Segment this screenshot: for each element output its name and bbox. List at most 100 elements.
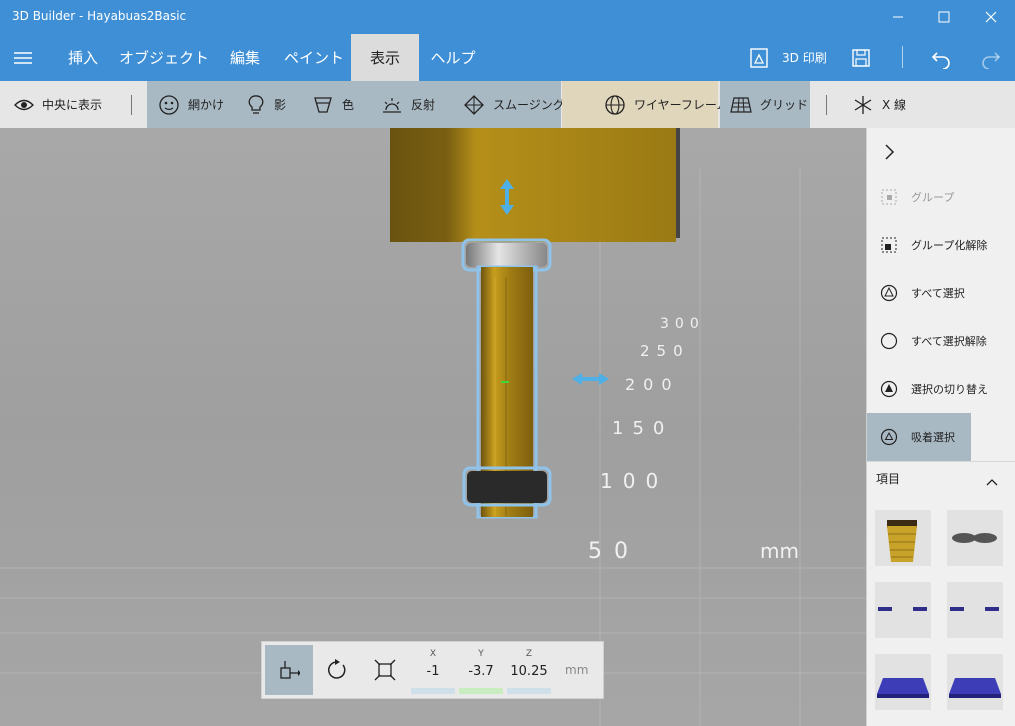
ungroup-button[interactable]: グループ化解除: [867, 221, 1015, 269]
smoothing-label: スムージング: [493, 98, 565, 112]
unit-label: mm: [565, 663, 589, 677]
grid-scale-labels: 300 250 200 150 100 50 mm: [588, 316, 799, 564]
color-button[interactable]: 色: [312, 81, 354, 128]
grid-label-100: 100: [600, 469, 668, 493]
y-label: Y: [478, 649, 484, 659]
snap-select-button[interactable]: 吸着選択: [867, 413, 971, 461]
undo-button[interactable]: [930, 34, 952, 81]
x-label: X: [429, 649, 437, 659]
grid-label-200: 200: [625, 375, 680, 394]
item-thumbnail[interactable]: [875, 510, 931, 566]
rotate-tool-button[interactable]: [313, 645, 361, 695]
z-axis-indicator: [507, 688, 551, 694]
x-axis-indicator: [411, 688, 455, 694]
minimize-button[interactable]: [875, 0, 921, 34]
item-thumbnail[interactable]: [947, 510, 1003, 566]
blue-plate-thumbnail: [877, 678, 929, 698]
maximize-icon: [938, 11, 950, 23]
select-all-button[interactable]: すべて選択: [867, 269, 1015, 317]
menu-bar: 挿入 オブジェクト 編集 ペイント 表示 ヘルプ 3D 印刷: [0, 34, 1015, 81]
redo-button[interactable]: [980, 34, 1002, 81]
shading-button[interactable]: 網かけ: [158, 81, 224, 128]
z-value: 10.25: [510, 664, 548, 679]
menu-divider: [902, 46, 903, 68]
group-icon: [881, 189, 897, 205]
ungroup-label: グループ化解除: [911, 239, 988, 252]
transform-toolbar: X -1 Y -3.7 Z 10.25 mm: [261, 641, 604, 699]
color-label: 色: [342, 98, 355, 112]
flat-plates-thumbnail: [950, 607, 999, 611]
ungroup-icon: [881, 237, 897, 253]
select-all-icon: [880, 284, 898, 302]
snap-select-icon: [880, 428, 898, 446]
print-3d-label: 3D 印刷: [782, 51, 827, 65]
select-all-label: すべて選択: [911, 287, 965, 300]
invert-selection-button[interactable]: 選択の切り替え: [867, 365, 1015, 413]
x-coordinate-field[interactable]: X -1: [411, 645, 455, 695]
center-view-button[interactable]: 中央に表示: [14, 81, 102, 128]
scale-icon: [374, 659, 396, 681]
z-coordinate-field[interactable]: Z 10.25: [507, 645, 551, 695]
grid-button[interactable]: グリッド: [730, 81, 808, 128]
scale-tool-button[interactable]: [361, 645, 409, 695]
collapse-panel-button[interactable]: [867, 128, 1015, 176]
block-object[interactable]: [390, 128, 676, 242]
move-tool-button[interactable]: [265, 645, 313, 695]
tab-edit[interactable]: 編集: [220, 34, 270, 81]
item-thumbnail[interactable]: [875, 654, 931, 710]
sunrise-icon: [383, 97, 401, 113]
y-axis-indicator: [459, 688, 503, 694]
item-thumbnail[interactable]: [947, 582, 1003, 638]
window-title: 3D Builder - Hayabuas2Basic: [12, 9, 187, 23]
x-value: -1: [426, 664, 440, 679]
hamburger-button[interactable]: [0, 34, 46, 81]
save-button[interactable]: [850, 34, 872, 81]
close-button[interactable]: [968, 0, 1014, 34]
xray-button[interactable]: X 線: [852, 81, 906, 128]
tab-view[interactable]: 表示: [351, 34, 419, 81]
blue-plate-thumbnail: [949, 678, 1001, 698]
deselect-all-icon: [880, 332, 898, 350]
move-horizontal-handle[interactable]: [572, 373, 609, 385]
item-thumbnail[interactable]: [875, 582, 931, 638]
minimize-icon: [893, 16, 903, 18]
discs-thumbnail: [952, 533, 997, 543]
print-3d-icon: [750, 47, 768, 68]
deselect-all-button[interactable]: すべて選択解除: [867, 317, 1015, 365]
selected-cylinder[interactable]: [461, 238, 552, 519]
smoothing-button[interactable]: スムージング: [463, 81, 565, 128]
shadow-button[interactable]: 影: [246, 81, 286, 128]
grid-label-300: 300: [660, 316, 705, 332]
lightbulb-icon: [248, 94, 264, 114]
wireframe-button[interactable]: ワイヤーフレーム: [604, 81, 729, 128]
tab-insert[interactable]: 挿入: [58, 34, 108, 81]
panel-divider: [867, 461, 1015, 462]
chevron-right-icon: [885, 144, 895, 160]
z-label: Z: [525, 649, 533, 659]
redo-icon: [982, 51, 1001, 69]
reflection-button[interactable]: 反射: [381, 81, 435, 128]
maximize-button[interactable]: [921, 0, 967, 34]
undo-icon: [931, 51, 950, 69]
item-thumbnail[interactable]: [947, 654, 1003, 710]
grid-label-250: 250: [640, 342, 690, 360]
print-3d-button[interactable]: 3D 印刷: [748, 34, 827, 81]
3d-viewport[interactable]: 300 250 200 150 100 50 mm: [0, 128, 866, 726]
grid-label-150: 150: [612, 418, 673, 439]
group-button[interactable]: グループ: [867, 173, 1015, 221]
asterisk-icon: [854, 95, 872, 114]
y-coordinate-field[interactable]: Y -3.7: [459, 645, 503, 695]
ribbon-divider: [131, 95, 132, 115]
tab-help[interactable]: ヘルプ: [424, 34, 482, 81]
close-icon: [985, 11, 997, 23]
shadow-label: 影: [274, 98, 287, 112]
move-icon: [280, 661, 300, 679]
tab-object[interactable]: オブジェクト: [118, 34, 210, 81]
rotate-icon: [328, 659, 346, 679]
tab-paint[interactable]: ペイント: [280, 34, 348, 81]
title-bar: 3D Builder - Hayabuas2Basic: [0, 0, 1015, 34]
wireframe-label: ワイヤーフレーム: [634, 98, 729, 112]
grid-label: グリッド: [760, 98, 809, 112]
save-icon: [852, 48, 870, 67]
collapse-items-button[interactable]: [985, 472, 999, 491]
